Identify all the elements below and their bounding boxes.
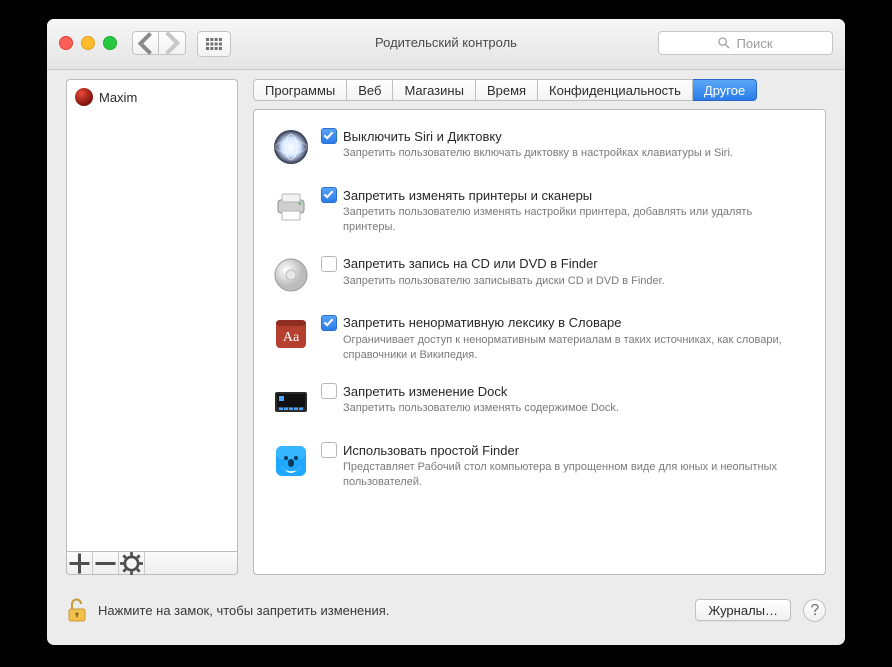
tab-4[interactable]: Конфиденциальность: [538, 79, 693, 101]
dock-icon: [272, 383, 310, 421]
parental-controls-window: Родительский контроль Поиск Maxim Програ…: [47, 19, 845, 645]
tab-2[interactable]: Магазины: [393, 79, 476, 101]
option-checkbox[interactable]: [321, 128, 337, 144]
tab-content-other: Выключить Siri и Диктовку Запретить польз…: [253, 109, 826, 575]
option-title[interactable]: Использовать простой Finder: [343, 443, 519, 458]
footer: Нажмите на замок, чтобы запретить измене…: [66, 593, 826, 627]
lock-button[interactable]: [66, 597, 88, 623]
help-icon: [811, 604, 819, 616]
option-desc: Представляет Рабочий стол компьютера в у…: [321, 460, 807, 490]
remove-user-button[interactable]: [93, 552, 119, 574]
tab-3[interactable]: Время: [476, 79, 538, 101]
option-desc: Запретить пользователю изменять настройк…: [321, 205, 807, 235]
tab-bar: ПрограммыВебМагазиныВремяКонфиденциально…: [253, 79, 826, 101]
avatar-icon: [75, 88, 93, 106]
tab-5[interactable]: Другое: [693, 79, 757, 101]
printer-icon: [272, 187, 310, 225]
option-title[interactable]: Запретить ненормативную лексику в Словар…: [343, 315, 621, 330]
lock-open-icon: [66, 597, 88, 623]
option-desc: Запретить пользователю включать диктовку…: [321, 146, 807, 161]
titlebar: Родительский контроль Поиск: [47, 19, 845, 70]
tab-0[interactable]: Программы: [253, 79, 347, 101]
lock-message: Нажмите на замок, чтобы запретить измене…: [98, 603, 389, 618]
user-name: Maxim: [99, 90, 137, 105]
logs-button[interactable]: Журналы…: [695, 599, 791, 621]
option-desc: Ограничивает доступ к ненормативным мате…: [321, 333, 807, 363]
disc-icon: [272, 256, 310, 294]
body: Maxim ПрограммыВебМагазиныВремяКонфиденц…: [66, 79, 826, 575]
option-checkbox[interactable]: [321, 315, 337, 331]
tab-1[interactable]: Веб: [347, 79, 393, 101]
option-desc: Запретить пользователю записывать диски …: [321, 274, 807, 289]
option-row: Запретить изменять принтеры и сканеры Зап…: [272, 187, 807, 235]
option-title[interactable]: Запретить изменение Dock: [343, 384, 507, 399]
siri-icon: [272, 128, 310, 166]
search-input[interactable]: Поиск: [658, 31, 833, 55]
search-placeholder: Поиск: [736, 36, 772, 51]
option-row: Выключить Siri и Диктовку Запретить польз…: [272, 128, 807, 166]
main: ПрограммыВебМагазиныВремяКонфиденциально…: [253, 79, 826, 575]
option-title[interactable]: Выключить Siri и Диктовку: [343, 129, 502, 144]
option-row: Запретить запись на CD или DVD в Finder З…: [272, 256, 807, 294]
sidebar-toolbar: [66, 551, 238, 575]
finder-icon: [272, 442, 310, 480]
user-row[interactable]: Maxim: [67, 85, 237, 109]
option-checkbox[interactable]: [321, 442, 337, 458]
action-menu-button[interactable]: [119, 552, 145, 574]
option-title[interactable]: Запретить изменять принтеры и сканеры: [343, 188, 592, 203]
option-row: Aa Запретить ненормативную лексику в Слов…: [272, 315, 807, 363]
option-checkbox[interactable]: [321, 256, 337, 272]
search-icon: [718, 37, 730, 49]
dictionary-icon: Aa: [272, 315, 310, 353]
option-row: Использовать простой Finder Представляет …: [272, 442, 807, 490]
option-checkbox[interactable]: [321, 383, 337, 399]
user-list[interactable]: Maxim: [66, 79, 238, 551]
add-user-button[interactable]: [67, 552, 93, 574]
sidebar: Maxim: [66, 79, 238, 575]
svg-text:Aa: Aa: [283, 330, 300, 345]
option-row: Запретить изменение Dock Запретить пользо…: [272, 383, 807, 421]
option-title[interactable]: Запретить запись на CD или DVD в Finder: [343, 256, 598, 271]
option-checkbox[interactable]: [321, 187, 337, 203]
option-desc: Запретить пользователю изменять содержим…: [321, 401, 807, 416]
help-button[interactable]: [803, 599, 826, 622]
